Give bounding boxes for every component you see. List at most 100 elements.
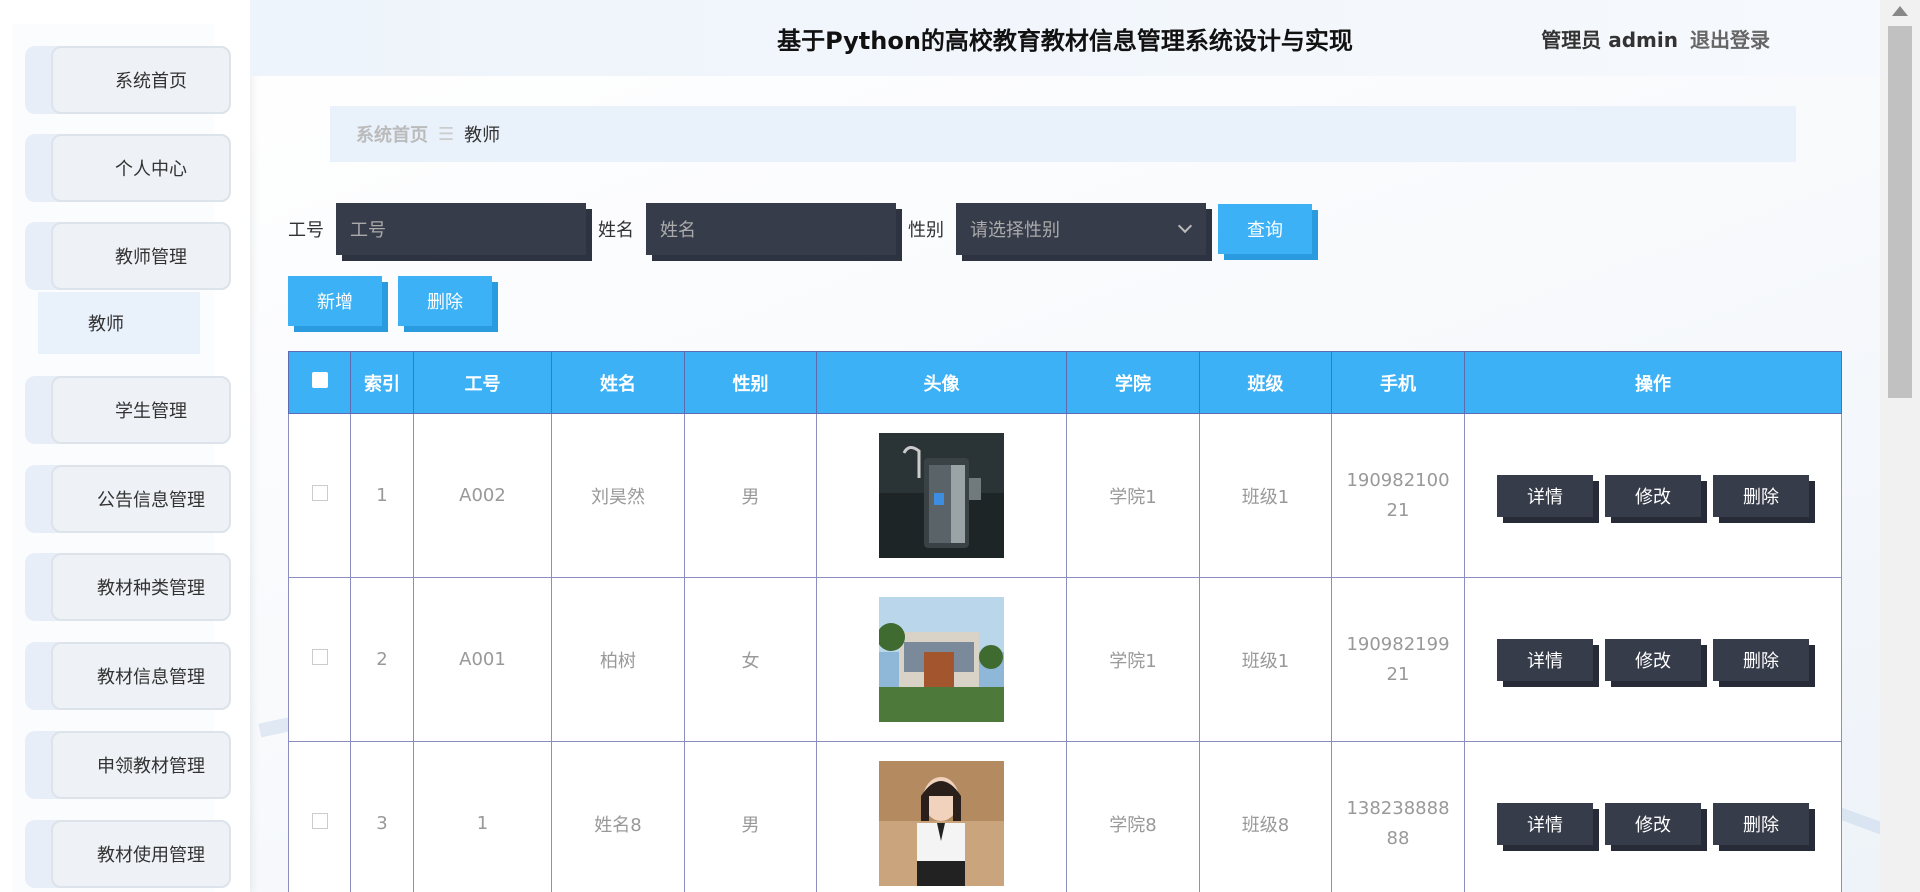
gender-label: 性别 <box>908 220 944 241</box>
chevron-down-icon <box>1177 218 1193 234</box>
column-header: 工号 <box>413 351 552 414</box>
sidebar-subitem-label: 教师 <box>88 314 124 335</box>
current-user-label: 管理员 admin <box>1541 27 1678 52</box>
breadcrumb-home[interactable]: 系统首页 <box>356 121 428 147</box>
sidebar-item-home[interactable]: 系统首页 <box>25 46 231 114</box>
edit-button-label: 修改 <box>1605 802 1701 845</box>
query-button[interactable]: 查询 <box>1218 204 1318 260</box>
logout-link[interactable]: 退出登录 <box>1690 24 1770 53</box>
avatar-image <box>879 433 1004 558</box>
cell-index: 1 <box>350 413 414 578</box>
sidebar-item-notice-management[interactable]: 公告信息管理 <box>25 465 231 533</box>
table-row: 1 A002 刘昊然 男 学院1 班级1 19098210021 详情 修改 删… <box>288 413 1842 578</box>
sidebar-item-label: 个人中心 <box>115 159 187 180</box>
cell-gender: 女 <box>684 577 817 742</box>
avatar-image <box>879 761 1004 886</box>
cell-id: A001 <box>413 577 552 742</box>
edit-button-label: 修改 <box>1605 474 1701 517</box>
name-placeholder: 姓名 <box>646 203 896 255</box>
delete-button-label: 删除 <box>1713 802 1809 845</box>
sidebar-item-label: 教材使用管理 <box>97 845 205 866</box>
detail-button[interactable]: 详情 <box>1497 802 1599 851</box>
bulk-delete-button-label: 删除 <box>398 276 492 326</box>
cell-index: 2 <box>350 577 414 742</box>
sidebar-item-profile[interactable]: 个人中心 <box>25 134 231 202</box>
detail-button-label: 详情 <box>1497 474 1593 517</box>
edit-button-label: 修改 <box>1605 638 1701 681</box>
sidebar-item-material-usage[interactable]: 教材使用管理 <box>25 820 231 888</box>
cell-avatar <box>816 577 1067 742</box>
scroll-up-arrow-icon[interactable] <box>1892 6 1908 16</box>
cell-operations: 详情 修改 删除 <box>1464 413 1842 578</box>
search-bar: 工号 工号 姓名 姓名 性别 请选择性别 查询 <box>288 201 1318 261</box>
delete-button-label: 删除 <box>1713 474 1809 517</box>
cell-name: 刘昊然 <box>551 413 685 578</box>
sidebar-item-label: 教师管理 <box>115 247 187 268</box>
add-button-label: 新增 <box>288 276 382 326</box>
cell-gender: 男 <box>684 741 817 892</box>
breadcrumb-current: 教师 <box>464 125 501 146</box>
sidebar-item-material-category[interactable]: 教材种类管理 <box>25 553 231 621</box>
edit-button[interactable]: 修改 <box>1605 638 1707 687</box>
column-header: 姓名 <box>551 351 685 414</box>
cell-college: 学院1 <box>1066 577 1200 742</box>
sidebar-item-label: 教材种类管理 <box>97 578 205 599</box>
top-header: 基于Python的高校教育教材信息管理系统设计与实现 管理员 admin 退出登… <box>250 0 1880 76</box>
bulk-delete-button[interactable]: 删除 <box>398 276 498 332</box>
cell-avatar <box>816 413 1067 578</box>
cell-college: 学院1 <box>1066 413 1200 578</box>
teacher-table: 索引 工号 姓名 性别 头像 学院 班级 手机 操作 1 A002 刘昊然 男 … <box>288 351 1842 892</box>
delete-button[interactable]: 删除 <box>1713 802 1815 851</box>
sidebar-item-label: 学生管理 <box>115 401 187 422</box>
detail-button-label: 详情 <box>1497 638 1593 681</box>
avatar-image <box>879 597 1004 722</box>
column-header: 操作 <box>1464 351 1842 414</box>
delete-button[interactable]: 删除 <box>1713 638 1815 687</box>
cell-gender: 男 <box>684 413 817 578</box>
action-bar: 新增 删除 <box>288 276 498 332</box>
delete-button-label: 删除 <box>1713 638 1809 681</box>
cell-college: 学院8 <box>1066 741 1200 892</box>
cell-operations: 详情 修改 删除 <box>1464 741 1842 892</box>
breadcrumb-separator-icon: ☰ <box>438 123 455 145</box>
row-checkbox[interactable] <box>311 485 328 501</box>
sidebar-item-material-apply[interactable]: 申领教材管理 <box>25 731 231 799</box>
gender-select[interactable]: 请选择性别 <box>956 203 1212 261</box>
cell-id: A002 <box>413 413 552 578</box>
detail-button[interactable]: 详情 <box>1497 474 1599 523</box>
cell-phone: 19098219921 <box>1331 577 1465 742</box>
add-button[interactable]: 新增 <box>288 276 388 332</box>
name-input[interactable]: 姓名 <box>646 203 902 261</box>
detail-button[interactable]: 详情 <box>1497 638 1599 687</box>
cell-class: 班级1 <box>1199 577 1332 742</box>
sidebar-item-material-info[interactable]: 教材信息管理 <box>25 642 231 710</box>
column-header: 班级 <box>1199 351 1332 414</box>
query-button-label: 查询 <box>1218 204 1312 254</box>
detail-button-label: 详情 <box>1497 802 1593 845</box>
cell-class: 班级1 <box>1199 413 1332 578</box>
cell-avatar <box>816 741 1067 892</box>
edit-button[interactable]: 修改 <box>1605 474 1707 523</box>
cell-class: 班级8 <box>1199 741 1332 892</box>
table-header-row: 索引 工号 姓名 性别 头像 学院 班级 手机 操作 <box>288 351 1842 414</box>
column-header: 手机 <box>1331 351 1465 414</box>
select-all-checkbox[interactable] <box>311 372 328 388</box>
sidebar-subitem-teacher[interactable]: 教师 <box>38 292 200 354</box>
cell-phone: 13823888888 <box>1331 741 1465 892</box>
select-all-cell[interactable] <box>288 351 351 414</box>
table-row: 2 A001 柏树 女 学院1 班级1 19098219921 详情 修改 删除 <box>288 577 1842 742</box>
column-header: 索引 <box>350 351 414 414</box>
cell-name: 姓名8 <box>551 741 685 892</box>
scrollbar-thumb[interactable] <box>1888 26 1912 398</box>
header-user-area: 管理员 admin 退出登录 <box>1541 0 1770 76</box>
gonghao-input[interactable]: 工号 <box>336 203 592 261</box>
gonghao-label: 工号 <box>288 220 324 241</box>
vertical-scrollbar[interactable] <box>1880 0 1920 892</box>
breadcrumb: 系统首页 ☰ 教师 <box>330 106 1796 162</box>
row-checkbox[interactable] <box>311 649 328 665</box>
delete-button[interactable]: 删除 <box>1713 474 1815 523</box>
edit-button[interactable]: 修改 <box>1605 802 1707 851</box>
sidebar-item-student-management[interactable]: 学生管理 <box>25 376 231 444</box>
sidebar-item-teacher-management[interactable]: 教师管理 <box>25 222 231 290</box>
row-checkbox[interactable] <box>311 813 328 829</box>
